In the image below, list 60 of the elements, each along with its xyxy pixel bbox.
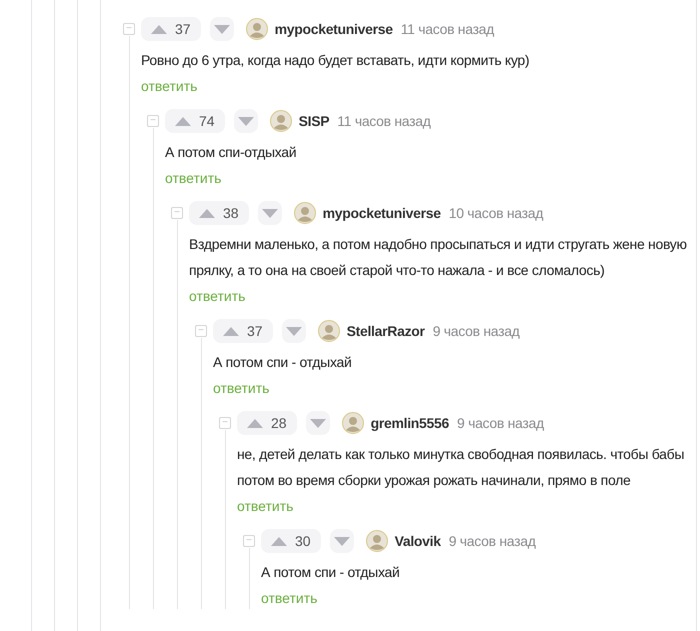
upvote-icon[interactable] <box>271 536 287 546</box>
upvote-icon[interactable] <box>175 116 191 126</box>
downvote-button[interactable] <box>210 17 234 41</box>
vote-count: 38 <box>223 204 239 222</box>
author-name[interactable]: SISP <box>298 110 330 132</box>
collapse-button[interactable]: − <box>171 207 183 219</box>
downvote-icon <box>262 208 278 218</box>
vote-count: 37 <box>175 20 191 38</box>
comment-time: 9 часов назад <box>448 532 536 551</box>
author-name[interactable]: StellarRazor <box>346 320 425 342</box>
upvote-icon[interactable] <box>247 418 263 428</box>
avatar-icon <box>270 110 292 132</box>
comment-text: Вздремни маленько, а потом надобно просыпаться и идти стругать жене новую прялку, а то она на своей старой что-то нажала - и все сломалось) <box>189 235 688 280</box>
collapse-button[interactable]: − <box>243 535 255 547</box>
reply-link[interactable]: ответить <box>165 170 222 186</box>
reply-link[interactable]: ответить <box>141 78 198 94</box>
downvote-icon <box>286 326 302 336</box>
comment-text: Ровно до 6 утра, когда надо будет вставать, идти кормить кур) <box>141 51 530 70</box>
reply-link[interactable]: ответить <box>189 288 246 304</box>
downvote-icon <box>214 24 230 34</box>
reply-link[interactable]: ответить <box>261 590 318 606</box>
upvote-icon[interactable] <box>151 24 167 34</box>
downvote-button[interactable] <box>282 319 306 343</box>
comment-text: А потом спи-отдыхай <box>165 143 298 162</box>
author-name[interactable]: mypocketuniverse <box>274 18 393 40</box>
author-name[interactable]: gremlin5556 <box>370 412 449 434</box>
downvote-button[interactable] <box>234 109 258 133</box>
comment-text: не, детей делать как только минутка свободная появилась. чтобы бабы потом во время сборки урожая рожать начинали, прямо в поле <box>237 445 686 490</box>
collapse-button[interactable]: − <box>219 417 231 429</box>
comment-text: А потом спи - отдыхай <box>261 563 400 582</box>
downvote-icon <box>238 116 254 126</box>
downvote-button[interactable] <box>306 411 330 435</box>
reply-link[interactable]: ответить <box>237 498 294 514</box>
collapse-button[interactable]: − <box>195 325 207 337</box>
avatar-icon <box>318 320 340 342</box>
downvote-icon <box>310 418 326 428</box>
vote-count: 30 <box>295 532 311 550</box>
avatar-icon <box>246 18 268 40</box>
comment-time: 10 часов назад <box>448 204 544 223</box>
upvote-icon[interactable] <box>199 208 215 218</box>
vote-count: 28 <box>271 414 287 432</box>
reply-link[interactable]: ответить <box>213 380 270 396</box>
downvote-button[interactable] <box>258 201 282 225</box>
downvote-button[interactable] <box>330 529 354 553</box>
author-name[interactable]: mypocketuniverse <box>322 202 441 224</box>
collapse-button[interactable]: − <box>123 23 135 35</box>
upvote-icon[interactable] <box>223 326 239 336</box>
downvote-icon <box>334 536 350 546</box>
collapse-button[interactable]: − <box>147 115 159 127</box>
vote-count: 37 <box>247 322 263 340</box>
comment-time: 9 часов назад <box>432 322 520 341</box>
comment-text: А потом спи - отдыхай <box>213 353 352 372</box>
comment-time: 11 часов назад <box>337 112 431 131</box>
avatar-icon <box>366 530 388 552</box>
avatar-icon <box>294 202 316 224</box>
avatar-icon <box>342 412 364 434</box>
vote-count: 74 <box>199 112 215 130</box>
comment-time: 11 часов назад <box>400 20 494 39</box>
comment-time: 9 часов назад <box>457 414 544 433</box>
author-name[interactable]: Valovik <box>394 530 441 552</box>
